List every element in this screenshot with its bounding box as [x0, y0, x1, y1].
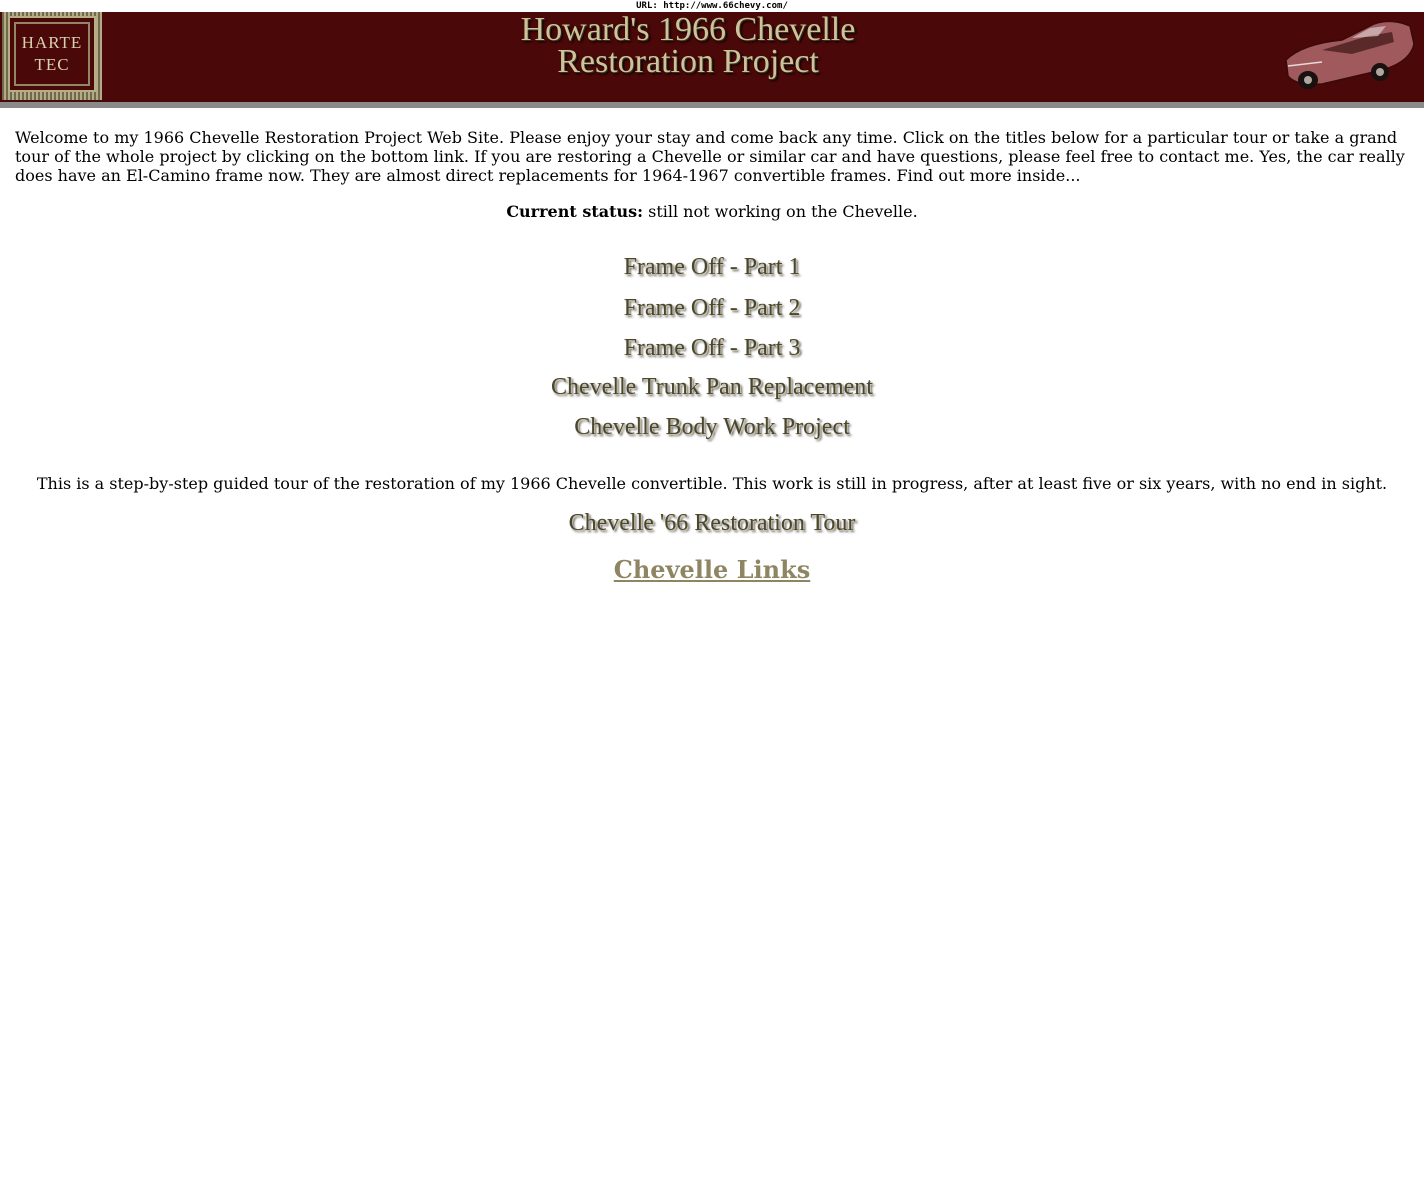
banner-title: Howard's 1966 Chevelle Restoration Proje…	[500, 11, 876, 80]
tour-link-trunk-pan[interactable]: Chevelle Trunk Pan Replacement	[551, 368, 873, 407]
tour-link-frame-off-part-1[interactable]: Frame Off - Part 1	[624, 247, 801, 288]
tour-link-frame-off-part-2[interactable]: Frame Off - Part 2	[624, 288, 801, 329]
tour-link-body-work[interactable]: Chevelle Body Work Project	[574, 407, 850, 448]
banner: HARTE TEC Howard's 1966 Chevelle Restora…	[0, 12, 1424, 108]
grand-tour-link[interactable]: Chevelle '66 Restoration Tour	[569, 507, 856, 539]
banner-title-line1: Howard's 1966 Chevelle	[520, 11, 856, 48]
guided-tour-description: This is a step-by-step guided tour of th…	[36, 474, 1388, 493]
car-image-icon	[1285, 20, 1415, 89]
logo-frame: HARTE TEC	[8, 16, 96, 92]
banner-title-line2: Restoration Project	[557, 43, 819, 80]
main-content: Welcome to my 1966 Chevelle Restoration …	[0, 128, 1424, 587]
chevelle-links-link[interactable]: Chevelle Links	[614, 553, 810, 587]
status-label: Current status:	[506, 202, 644, 221]
tour-link-frame-off-part-3[interactable]: Frame Off - Part 3	[624, 329, 801, 368]
harte-tec-logo[interactable]: HARTE TEC	[2, 12, 102, 100]
tour-links: Frame Off - Part 1 Frame Off - Part 2 Fr…	[15, 247, 1409, 448]
logo-text-line1: HARTE	[21, 33, 83, 52]
intro-paragraph: Welcome to my 1966 Chevelle Restoration …	[15, 128, 1405, 185]
logo-inner-frame: HARTE TEC	[14, 22, 90, 86]
logo-text-line2: TEC	[34, 55, 70, 74]
current-status: Current status: still not working on the…	[15, 202, 1409, 221]
status-value: still not working on the Chevelle.	[643, 202, 918, 221]
